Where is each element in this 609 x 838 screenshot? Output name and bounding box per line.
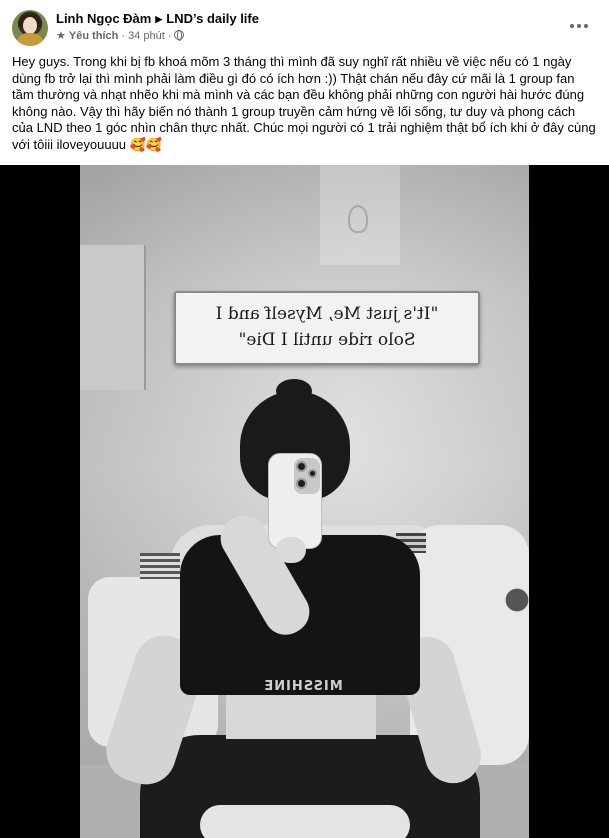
post-meta: ★ Yêu thích · 34 phút · <box>56 29 185 42</box>
caption-emoji: 🥰🥰 <box>129 136 163 152</box>
meta-separator-2: · <box>167 30 172 42</box>
sign-text-line-1: "It's just Me, Myself and I <box>215 304 439 324</box>
more-dot <box>577 24 581 28</box>
plant <box>505 575 529 625</box>
more-options-button[interactable] <box>565 14 593 38</box>
door-frame <box>80 245 146 390</box>
meta-separator: · <box>121 30 126 42</box>
avatar-body <box>16 33 44 46</box>
post-media[interactable]: "It's just Me, Myself and I Solo ride un… <box>0 165 609 838</box>
author-line: Linh Ngọc Đàm ▶ LND’s daily life <box>56 11 259 26</box>
feet <box>200 805 410 838</box>
post-header: Linh Ngọc Đàm ▶ LND’s daily life ★ Yêu thíc… <box>12 8 597 48</box>
author-name-link[interactable]: Linh Ngọc Đàm <box>56 11 151 26</box>
book-stack <box>140 553 180 579</box>
post-photo[interactable]: "It's just Me, Myself and I Solo ride un… <box>80 165 529 838</box>
hand <box>276 537 306 563</box>
post-caption: Hey guys. Trong khi bị fb khoá mõm 3 thá… <box>12 54 597 153</box>
caption-text: Hey guys. Trong khi bị fb khoá mõm 3 thá… <box>12 54 596 152</box>
favorite-badge: Yêu thích <box>68 30 119 42</box>
poster-art <box>348 205 368 233</box>
globe-icon[interactable] <box>174 30 185 41</box>
facebook-post: Linh Ngọc Đàm ▶ LND’s daily life ★ Yêu thíc… <box>0 0 609 838</box>
waist <box>226 695 376 739</box>
avatar-face <box>23 17 37 34</box>
camera-lens-icon <box>296 461 307 472</box>
wall-sign: "It's just Me, Myself and I Solo ride un… <box>174 291 480 365</box>
more-dot <box>584 24 588 28</box>
shirt-print: MISSHINE <box>263 679 343 694</box>
author-avatar[interactable] <box>12 10 48 46</box>
star-icon: ★ <box>56 30 66 42</box>
sign-text-line-2: Solo ride until I Die" <box>238 330 416 350</box>
timestamp-link[interactable]: 34 phút <box>128 30 165 42</box>
camera-lens-icon <box>308 469 317 478</box>
camera-lens-icon <box>296 478 307 489</box>
triangle-right-icon: ▶ <box>155 14 163 24</box>
more-horizontal-icon <box>570 24 574 28</box>
group-name-link[interactable]: LND’s daily life <box>166 11 259 26</box>
